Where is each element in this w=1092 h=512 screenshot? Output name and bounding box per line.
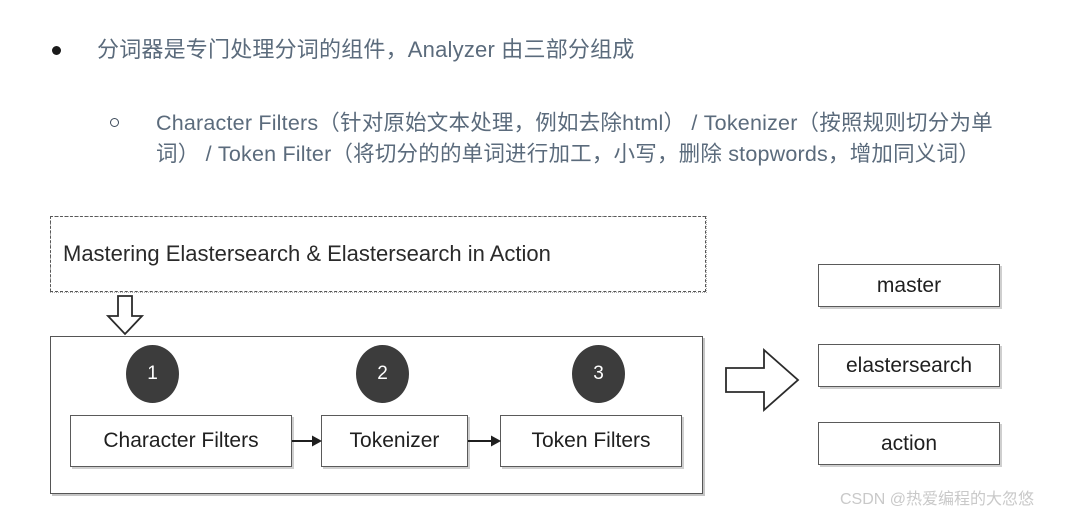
connector-arrow-1-icon [292,434,322,448]
step-badge-2: 2 [356,345,409,403]
step-badge-2-number: 2 [377,363,388,384]
token-output-label-1: elastersearch [845,353,973,377]
token-output-box-1: elastersearch [818,344,1000,387]
bullet-item-2-text: Character Filters（针对原始文本处理，例如去除html） / T… [156,111,993,166]
stage-box-token-filters-label: Token Filters [531,429,651,452]
bullet-item-2: Character Filters（针对原始文本处理，例如去除html） / T… [110,108,1040,170]
step-badge-3-number: 3 [593,363,604,384]
token-output-label-0: master [876,273,942,297]
slide-canvas: 分词器是专门处理分词的组件，Analyzer 由三部分组成 Character … [0,0,1092,512]
step-badge-1-number: 1 [147,363,158,384]
stage-box-tokenizer-label: Tokenizer [349,429,440,452]
bullet-item-1: 分词器是专门处理分词的组件，Analyzer 由三部分组成 [52,34,1032,65]
bullet-circle-icon [110,118,119,127]
bullet-disc-icon [52,46,61,55]
connector-arrow-2-icon [468,434,501,448]
bullet-item-1-text: 分词器是专门处理分词的组件，Analyzer 由三部分组成 [97,37,635,62]
token-output-box-2: action [818,422,1000,465]
stage-box-character-filters: Character Filters [70,415,292,467]
stage-box-token-filters: Token Filters [500,415,682,467]
token-output-label-2: action [880,431,938,455]
source-document-box: Mastering Elastersearch & Elastersearch … [49,215,707,293]
step-badge-3: 3 [572,345,625,403]
source-document-label: Mastering Elastersearch & Elastersearch … [63,241,551,266]
stage-box-tokenizer: Tokenizer [321,415,468,467]
right-block-arrow-icon [724,346,800,414]
step-badge-1: 1 [126,345,179,403]
stage-box-character-filters-label: Character Filters [103,429,259,452]
down-block-arrow-icon [104,294,146,336]
csdn-watermark: CSDN @热爱编程的大忽悠 [840,491,1035,508]
token-output-box-0: master [818,264,1000,307]
